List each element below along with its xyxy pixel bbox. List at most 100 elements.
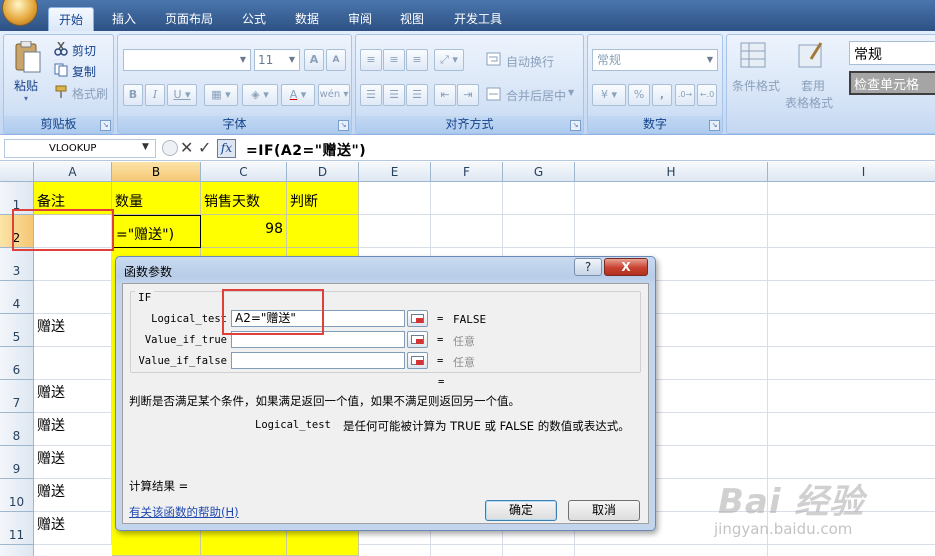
align-top-icon[interactable]: ≡: [360, 49, 382, 71]
cell-a9[interactable]: 赠送: [34, 446, 112, 479]
column-header-a[interactable]: A: [34, 162, 112, 182]
column-header-b[interactable]: B: [112, 162, 201, 182]
tab-view[interactable]: 视图: [390, 7, 434, 31]
cancel-button[interactable]: 取消: [568, 500, 640, 521]
cell-a8[interactable]: 赠送: [34, 413, 112, 446]
cell-c2[interactable]: 98: [201, 215, 287, 248]
paste-button[interactable]: 粘贴: [14, 77, 38, 94]
clipboard-launcher-icon[interactable]: ↘: [100, 120, 111, 131]
format-painter-button[interactable]: 格式刷: [72, 85, 108, 102]
office-button[interactable]: [2, 0, 38, 26]
format-as-table-button-b[interactable]: 表格格式: [785, 94, 833, 111]
row-header-11[interactable]: 11: [0, 512, 34, 545]
row-header-4[interactable]: 4: [0, 281, 34, 314]
format-painter-icon[interactable]: [54, 85, 68, 102]
cell-c1[interactable]: 销售天数: [201, 182, 287, 215]
row-header-6[interactable]: 6: [0, 347, 34, 380]
column-header-g[interactable]: G: [503, 162, 575, 182]
align-middle-icon[interactable]: ≡: [383, 49, 405, 71]
underline-icon[interactable]: U ▾: [167, 84, 197, 106]
cell-a3[interactable]: [34, 248, 112, 281]
grow-font-icon[interactable]: A: [304, 49, 324, 71]
function-help-link[interactable]: 有关该函数的帮助(H): [129, 504, 239, 520]
cell-b1[interactable]: 数量: [112, 182, 201, 215]
merge-center-button[interactable]: 合并后居中: [506, 87, 566, 104]
format-as-table-icon[interactable]: [797, 41, 827, 74]
cut-icon[interactable]: [54, 41, 68, 59]
ok-button[interactable]: 确定: [485, 500, 557, 521]
align-bottom-icon[interactable]: ≡: [406, 49, 428, 71]
cell-a11[interactable]: 赠送: [34, 512, 112, 545]
column-header-e[interactable]: E: [359, 162, 431, 182]
cell-d2[interactable]: [287, 215, 359, 248]
cell-b2[interactable]: ="赠送"): [112, 215, 201, 248]
close-button[interactable]: X: [604, 258, 648, 276]
column-header-i[interactable]: I: [768, 162, 935, 182]
row-header-10[interactable]: 10: [0, 479, 34, 512]
enter-icon[interactable]: ✓: [198, 138, 211, 157]
align-center-icon[interactable]: ☰: [383, 84, 405, 106]
currency-icon[interactable]: ¥ ▾: [592, 84, 626, 106]
column-header-f[interactable]: F: [431, 162, 503, 182]
cell-a7[interactable]: 赠送: [34, 380, 112, 413]
cancel-icon[interactable]: ✕: [180, 138, 193, 157]
border-icon[interactable]: ▦ ▾: [204, 84, 238, 106]
paste-icon[interactable]: [12, 40, 42, 75]
tab-developer[interactable]: 开发工具: [444, 7, 512, 31]
align-left-icon[interactable]: ☰: [360, 84, 382, 106]
column-header-d[interactable]: D: [287, 162, 359, 182]
increase-indent-icon[interactable]: ⇥: [457, 84, 479, 106]
number-format-combo[interactable]: 常规 ▼: [592, 49, 718, 71]
font-color-icon[interactable]: A ▾: [281, 84, 315, 106]
cell-a5[interactable]: 赠送: [34, 314, 112, 347]
alignment-launcher-icon[interactable]: ↘: [570, 120, 581, 131]
style-check-cell[interactable]: 检查单元格: [849, 71, 935, 95]
fill-color-icon[interactable]: ◈ ▾: [242, 84, 278, 106]
collapse-dialog-icon[interactable]: [407, 310, 428, 327]
value-if-false-input[interactable]: [231, 352, 405, 369]
cell-a4[interactable]: [34, 281, 112, 314]
row-header-7[interactable]: 7: [0, 380, 34, 413]
percent-button[interactable]: %: [628, 84, 650, 106]
column-header-c[interactable]: C: [201, 162, 287, 182]
decrease-indent-icon[interactable]: ⇤: [434, 84, 456, 106]
copy-icon[interactable]: [54, 63, 68, 80]
row-header-5[interactable]: 5: [0, 314, 34, 347]
conditional-format-button[interactable]: 条件格式: [732, 77, 780, 94]
formula-input[interactable]: =IF(A2="赠送"): [246, 140, 366, 160]
cell-a10[interactable]: 赠送: [34, 479, 112, 512]
help-button[interactable]: ?: [574, 258, 602, 276]
italic-icon[interactable]: I: [145, 84, 165, 106]
decrease-decimal-icon[interactable]: ←.0: [697, 84, 717, 106]
cut-button[interactable]: 剪切: [72, 42, 96, 59]
tab-insert[interactable]: 插入: [102, 7, 146, 31]
name-box[interactable]: VLOOKUP: [4, 139, 156, 158]
collapse-dialog-icon[interactable]: [407, 331, 428, 348]
bold-icon[interactable]: B: [123, 84, 143, 106]
tab-review[interactable]: 审阅: [338, 7, 382, 31]
font-size-combo[interactable]: 11 ▼: [254, 49, 300, 71]
increase-decimal-icon[interactable]: .0→: [675, 84, 695, 106]
shrink-font-icon[interactable]: A: [326, 49, 346, 71]
tab-formulas[interactable]: 公式: [232, 7, 276, 31]
number-launcher-icon[interactable]: ↘: [709, 120, 720, 131]
wrap-text-button[interactable]: 自动换行: [506, 53, 554, 70]
copy-button[interactable]: 复制: [72, 63, 96, 80]
expand-icon[interactable]: [162, 140, 178, 156]
font-launcher-icon[interactable]: ↘: [338, 120, 349, 131]
conditional-format-icon[interactable]: [739, 41, 769, 74]
collapse-dialog-icon[interactable]: [407, 352, 428, 369]
format-as-table-button-a[interactable]: 套用: [801, 77, 825, 94]
comma-button[interactable]: ,: [652, 84, 672, 106]
select-all-corner[interactable]: [0, 162, 34, 182]
paste-dropdown-icon[interactable]: ▾: [24, 94, 28, 103]
orientation-icon[interactable]: ⤢ ▾: [434, 49, 464, 71]
chevron-down-icon[interactable]: ▼: [142, 142, 149, 152]
align-right-icon[interactable]: ☰: [406, 84, 428, 106]
cell-a6[interactable]: [34, 347, 112, 380]
phonetic-icon[interactable]: wén ▾: [318, 84, 350, 106]
row-header-9[interactable]: 9: [0, 446, 34, 479]
tab-data[interactable]: 数据: [285, 7, 329, 31]
style-normal[interactable]: 常规: [849, 41, 935, 65]
cell-d1[interactable]: 判断: [287, 182, 359, 215]
